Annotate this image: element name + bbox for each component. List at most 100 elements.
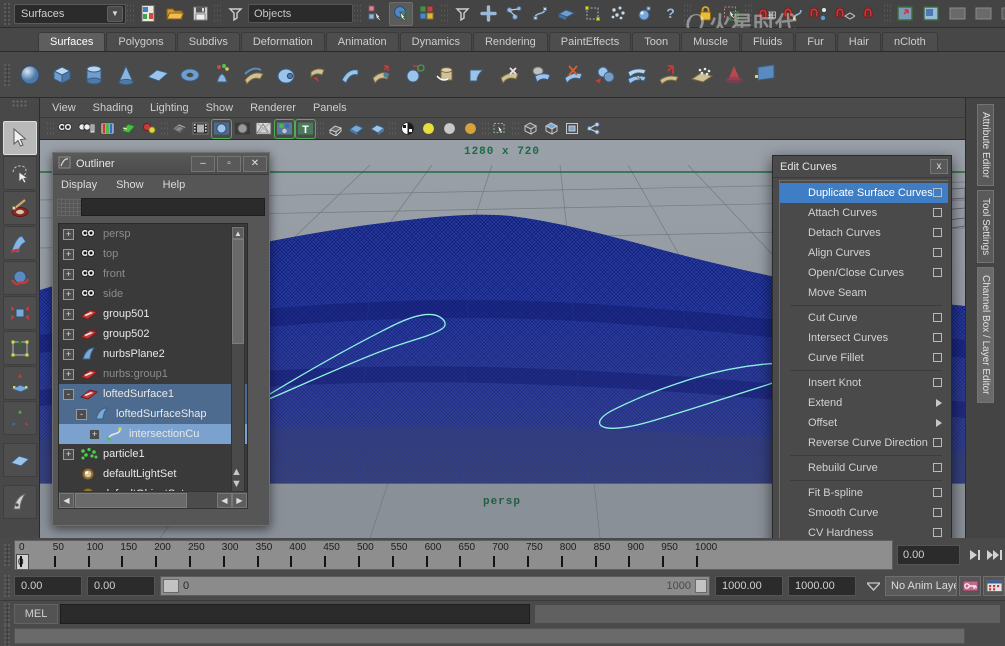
selection-mask-menu-icon[interactable] [450, 2, 474, 26]
menu-item-cut-curve[interactable]: Cut Curve [780, 308, 948, 328]
option-box-icon[interactable] [933, 488, 942, 497]
toolbar-separator[interactable] [126, 2, 135, 25]
select-mask-surfaces-icon[interactable] [554, 2, 578, 26]
selection-mask-field[interactable]: Objects [248, 4, 353, 23]
select-by-object-icon[interactable] [389, 1, 413, 26]
shelf-tab-subdivs[interactable]: Subdivs [176, 32, 240, 51]
expand-icon[interactable]: + [89, 428, 100, 440]
outliner-window[interactable]: Outliner – ▫ ✕ Display Show Help + persp + to… [52, 152, 270, 526]
shelf-tab-rendering[interactable]: Rendering [472, 32, 548, 51]
nurbs-plane-icon[interactable] [143, 60, 173, 90]
extrude-icon[interactable] [303, 60, 333, 90]
toolbar-separator[interactable] [353, 2, 362, 25]
scroll-up-arrow[interactable]: ▲ [232, 227, 244, 239]
option-box-icon[interactable] [933, 528, 942, 537]
outliner-item-nurbs-group1[interactable]: + nurbs:group1 [59, 364, 247, 384]
menu-item-detach-curves[interactable]: Detach Curves [780, 223, 948, 243]
outliner-item-intersectioncu[interactable]: + intersectionCu [59, 424, 247, 444]
soft-modification-tool[interactable] [3, 366, 37, 400]
film-gate-icon[interactable] [542, 120, 561, 138]
close-button[interactable]: ✕ [243, 155, 267, 172]
isolate-select-icon[interactable] [491, 120, 510, 138]
option-box-icon[interactable] [933, 353, 942, 362]
toolbox-gripper[interactable] [12, 100, 28, 108]
menu-item-align-curves[interactable]: Align Curves [780, 243, 948, 263]
range-bar[interactable]: 0 1000 [160, 576, 710, 596]
option-box-icon[interactable] [933, 188, 942, 197]
menu-item-insert-knot[interactable]: Insert Knot [780, 373, 948, 393]
nurbs-torus-icon[interactable] [175, 60, 205, 90]
nurbs-cone-icon[interactable] [111, 60, 141, 90]
viewport-menu-view[interactable]: View [52, 102, 76, 114]
wireframe-on-shaded-icon[interactable] [233, 120, 252, 138]
resolution-gate-icon[interactable] [563, 120, 582, 138]
shelf-tab-hair[interactable]: Hair [836, 32, 881, 51]
expand-icon[interactable]: + [63, 328, 74, 340]
option-box-icon[interactable] [933, 248, 942, 257]
select-by-component-icon[interactable] [415, 2, 439, 26]
snap-to-curve-icon[interactable] [780, 2, 804, 26]
light3-icon[interactable] [461, 120, 480, 138]
selection-mask-icon[interactable] [223, 2, 247, 26]
snap-to-plane-icon[interactable] [832, 2, 856, 26]
statusline-gripper[interactable] [4, 2, 11, 25]
current-frame-marker[interactable]: 0 [16, 554, 29, 569]
show-manipulator-tool[interactable] [3, 401, 37, 435]
expand-icon[interactable]: + [63, 448, 74, 460]
outliner-item-loftedsurface1[interactable]: - loftedSurface1 [59, 384, 247, 404]
option-box-icon[interactable] [933, 268, 942, 277]
texture-display-icon[interactable] [254, 120, 273, 138]
surface-editing-icon[interactable] [751, 60, 781, 90]
select-mask-rendering-icon[interactable] [632, 2, 656, 26]
shelf-tab-dynamics[interactable]: Dynamics [399, 32, 472, 51]
shelf-tab-fluids[interactable]: Fluids [740, 32, 795, 51]
anim-start-field[interactable]: 1000.00 [715, 576, 783, 596]
render-settings-icon[interactable] [945, 2, 969, 26]
anim-end-field[interactable]: 1000.00 [788, 576, 856, 596]
outliner-item-defaultlightset[interactable]: defaultLightSet [59, 464, 247, 484]
option-box-icon[interactable] [933, 378, 942, 387]
last-tool-used[interactable] [3, 443, 37, 477]
range-start-field[interactable]: 0.00 [14, 576, 82, 596]
toolbar-separator[interactable] [744, 2, 753, 25]
toolbar-separator[interactable] [160, 120, 169, 137]
outliner-vertical-scrollbar[interactable]: ▲ [231, 226, 245, 492]
menu-item-extend[interactable]: Extend [780, 393, 948, 413]
expand-icon[interactable]: + [63, 368, 74, 380]
viewport-menu-shading[interactable]: Shading [93, 102, 133, 114]
select-by-hierarchy-icon[interactable] [363, 2, 387, 26]
snap-to-point-icon[interactable] [806, 2, 830, 26]
hscroll-right-arrow[interactable]: ▶ [232, 492, 247, 508]
attach-surfaces-icon[interactable] [527, 60, 557, 90]
shelf-tab-toon[interactable]: Toon [632, 32, 681, 51]
two-sided-lighting-icon[interactable] [140, 120, 159, 138]
option-box-icon[interactable] [933, 228, 942, 237]
toolbar-separator[interactable] [440, 2, 449, 25]
planar-icon[interactable] [271, 60, 301, 90]
shelf-gripper[interactable] [4, 63, 11, 86]
chevron-down-icon[interactable]: ▼ [107, 5, 123, 22]
sculpt-geometry-icon[interactable] [687, 60, 717, 90]
move-tool[interactable] [3, 226, 37, 260]
wireframe-icon[interactable] [170, 120, 189, 138]
lasso-select-tool[interactable] [3, 156, 37, 190]
outliner-titlebar[interactable]: Outliner – ▫ ✕ [53, 153, 269, 175]
nurbs-sphere-icon[interactable] [15, 60, 45, 90]
step-forward-icon[interactable] [965, 545, 985, 565]
menu-item-offset[interactable]: Offset [780, 413, 948, 433]
shelf-tab-ncloth[interactable]: nCloth [881, 32, 938, 51]
hscroll-thumb[interactable] [75, 492, 187, 508]
outliner-item-nurbsplane2[interactable]: + nurbsPlane2 [59, 344, 247, 364]
shelf-tab-surfaces[interactable]: Surfaces [38, 32, 106, 51]
current-time-field[interactable]: 0.00 [897, 545, 960, 565]
outliner-item-particle1[interactable]: + particle1 [59, 444, 247, 464]
time-slider[interactable]: 0 0 50 100 150 200 250 300 350 400 450 500 550 600 65… [14, 540, 893, 570]
filter-icon[interactable] [57, 198, 81, 216]
outliner-item-group501[interactable]: + group501 [59, 304, 247, 324]
collapse-icon[interactable]: - [63, 388, 74, 400]
option-box-icon[interactable] [933, 438, 942, 447]
birail-icon[interactable] [335, 60, 365, 90]
outliner-menu-help[interactable]: Help [163, 179, 186, 191]
outliner-search-input[interactable] [81, 198, 265, 216]
outliner-item-side[interactable]: + side [59, 284, 247, 304]
